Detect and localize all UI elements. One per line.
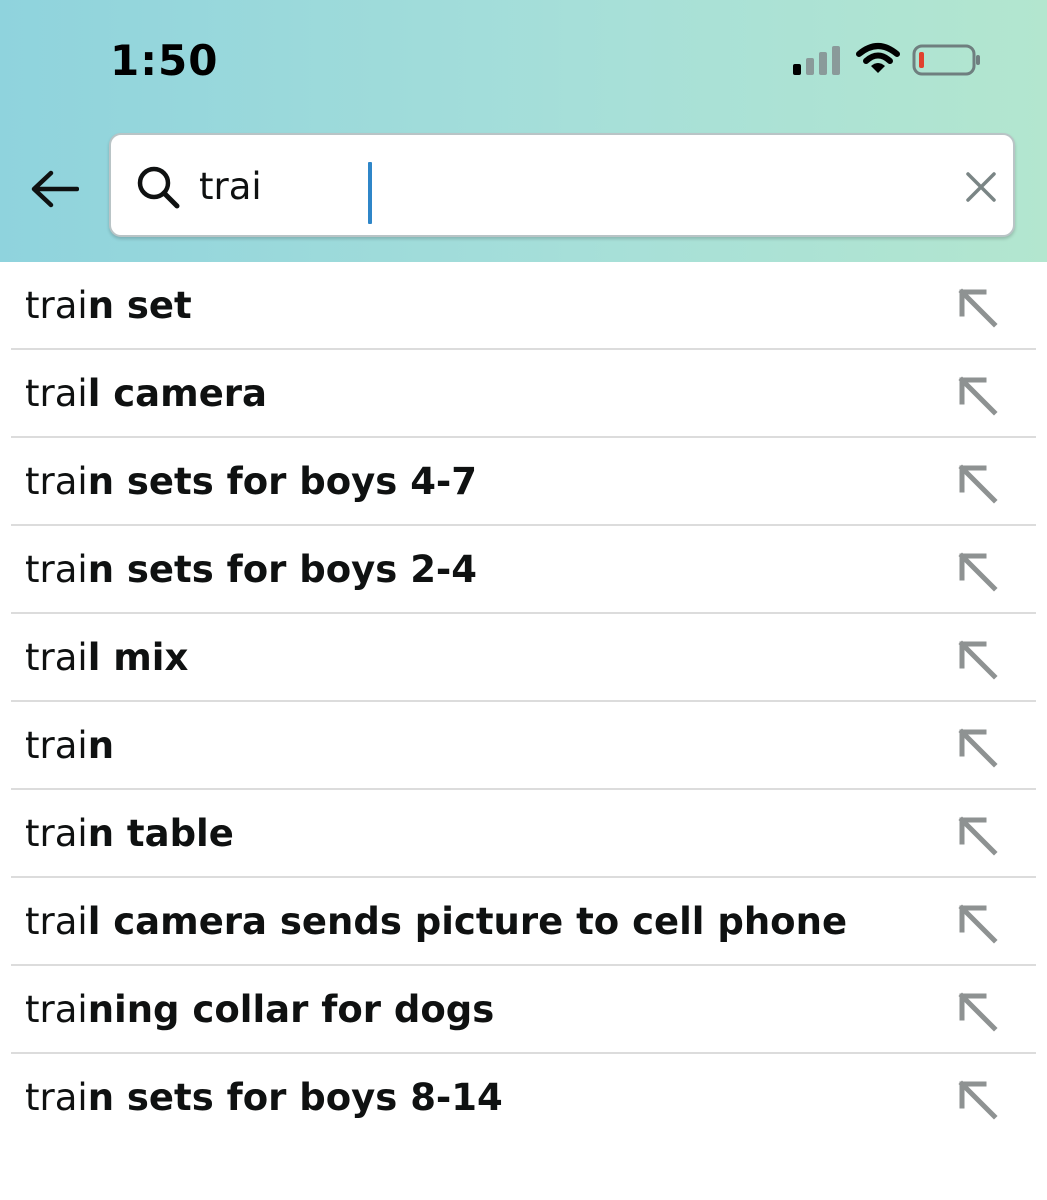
cellular-signal-icon (793, 46, 840, 75)
suggestion-completion-part: n sets for boys 8-14 (87, 1076, 503, 1119)
suggestion-text: trail camera (25, 368, 267, 420)
suggestion-completion-part: n sets for boys 2-4 (87, 548, 478, 591)
battery-low-icon (912, 44, 980, 76)
suggestion-text: train sets for boys 4-7 (25, 456, 477, 508)
suggestion-typed-part: trai (25, 900, 88, 943)
suggestion-text: train (25, 720, 114, 772)
arrow-up-left-icon[interactable] (954, 1076, 1000, 1122)
suggestion-typed-part: trai (25, 988, 88, 1031)
arrow-up-left-icon[interactable] (954, 812, 1000, 858)
suggestion-typed-part: trai (25, 636, 88, 679)
arrow-up-left-icon[interactable] (954, 548, 1000, 594)
wifi-icon (856, 43, 900, 73)
suggestion-item[interactable]: trail camera sends picture to cell phone (0, 878, 1047, 966)
suggestion-completion-part: n (87, 724, 115, 767)
suggestion-item[interactable]: train sets for boys 2-4 (0, 526, 1047, 614)
suggestion-typed-part: trai (25, 460, 88, 503)
suggestion-item[interactable]: train table (0, 790, 1047, 878)
suggestion-completion-part: n set (87, 284, 192, 327)
suggestion-item[interactable]: train (0, 702, 1047, 790)
suggestion-completion-part: n table (87, 812, 234, 855)
suggestion-text: train sets for boys 2-4 (25, 544, 477, 596)
suggestion-item[interactable]: trail camera (0, 350, 1047, 438)
arrow-up-left-icon[interactable] (954, 460, 1000, 506)
suggestion-completion-part: l camera (87, 372, 268, 415)
suggestion-item[interactable]: train set (0, 262, 1047, 350)
suggestion-text: trail mix (25, 632, 188, 684)
suggestion-item[interactable]: training collar for dogs (0, 966, 1047, 1054)
suggestion-typed-part: trai (25, 724, 88, 767)
suggestion-typed-part: trai (25, 1076, 88, 1119)
arrow-up-left-icon[interactable] (954, 284, 1000, 330)
suggestion-typed-part: trai (25, 284, 88, 327)
suggestion-list: train set trail camera train sets for boys… (0, 262, 1047, 1142)
suggestion-typed-part: trai (25, 812, 88, 855)
arrow-up-left-icon[interactable] (954, 724, 1000, 770)
back-button[interactable] (22, 160, 86, 218)
suggestion-text: train table (25, 808, 234, 860)
suggestion-text: train set (25, 280, 192, 332)
search-bar[interactable] (109, 133, 1015, 237)
status-time: 1:50 (110, 36, 219, 85)
suggestion-completion-part: n sets for boys 4-7 (87, 460, 478, 503)
suggestion-item[interactable]: train sets for boys 4-7 (0, 438, 1047, 526)
search-icon (137, 166, 180, 209)
text-caret (368, 162, 372, 224)
suggestion-completion-part: l camera sends picture to cell phone (87, 900, 848, 943)
suggestion-typed-part: trai (25, 548, 88, 591)
close-icon[interactable] (963, 169, 999, 205)
suggestion-text: train sets for boys 8-14 (25, 1072, 503, 1124)
suggestion-text: training collar for dogs (25, 984, 494, 1036)
arrow-up-left-icon[interactable] (954, 372, 1000, 418)
arrow-up-left-icon[interactable] (954, 900, 1000, 946)
arrow-up-left-icon[interactable] (954, 988, 1000, 1034)
search-input[interactable] (199, 157, 919, 215)
suggestion-item[interactable]: train sets for boys 8-14 (0, 1054, 1047, 1142)
suggestion-typed-part: trai (25, 372, 88, 415)
suggestion-item[interactable]: trail mix (0, 614, 1047, 702)
suggestion-text: trail camera sends picture to cell phone (25, 896, 847, 948)
header: 1:50 (0, 0, 1047, 262)
arrow-up-left-icon[interactable] (954, 636, 1000, 682)
suggestion-completion-part: l mix (87, 636, 189, 679)
suggestion-completion-part: ning collar for dogs (87, 988, 495, 1031)
arrow-left-icon (31, 170, 79, 208)
